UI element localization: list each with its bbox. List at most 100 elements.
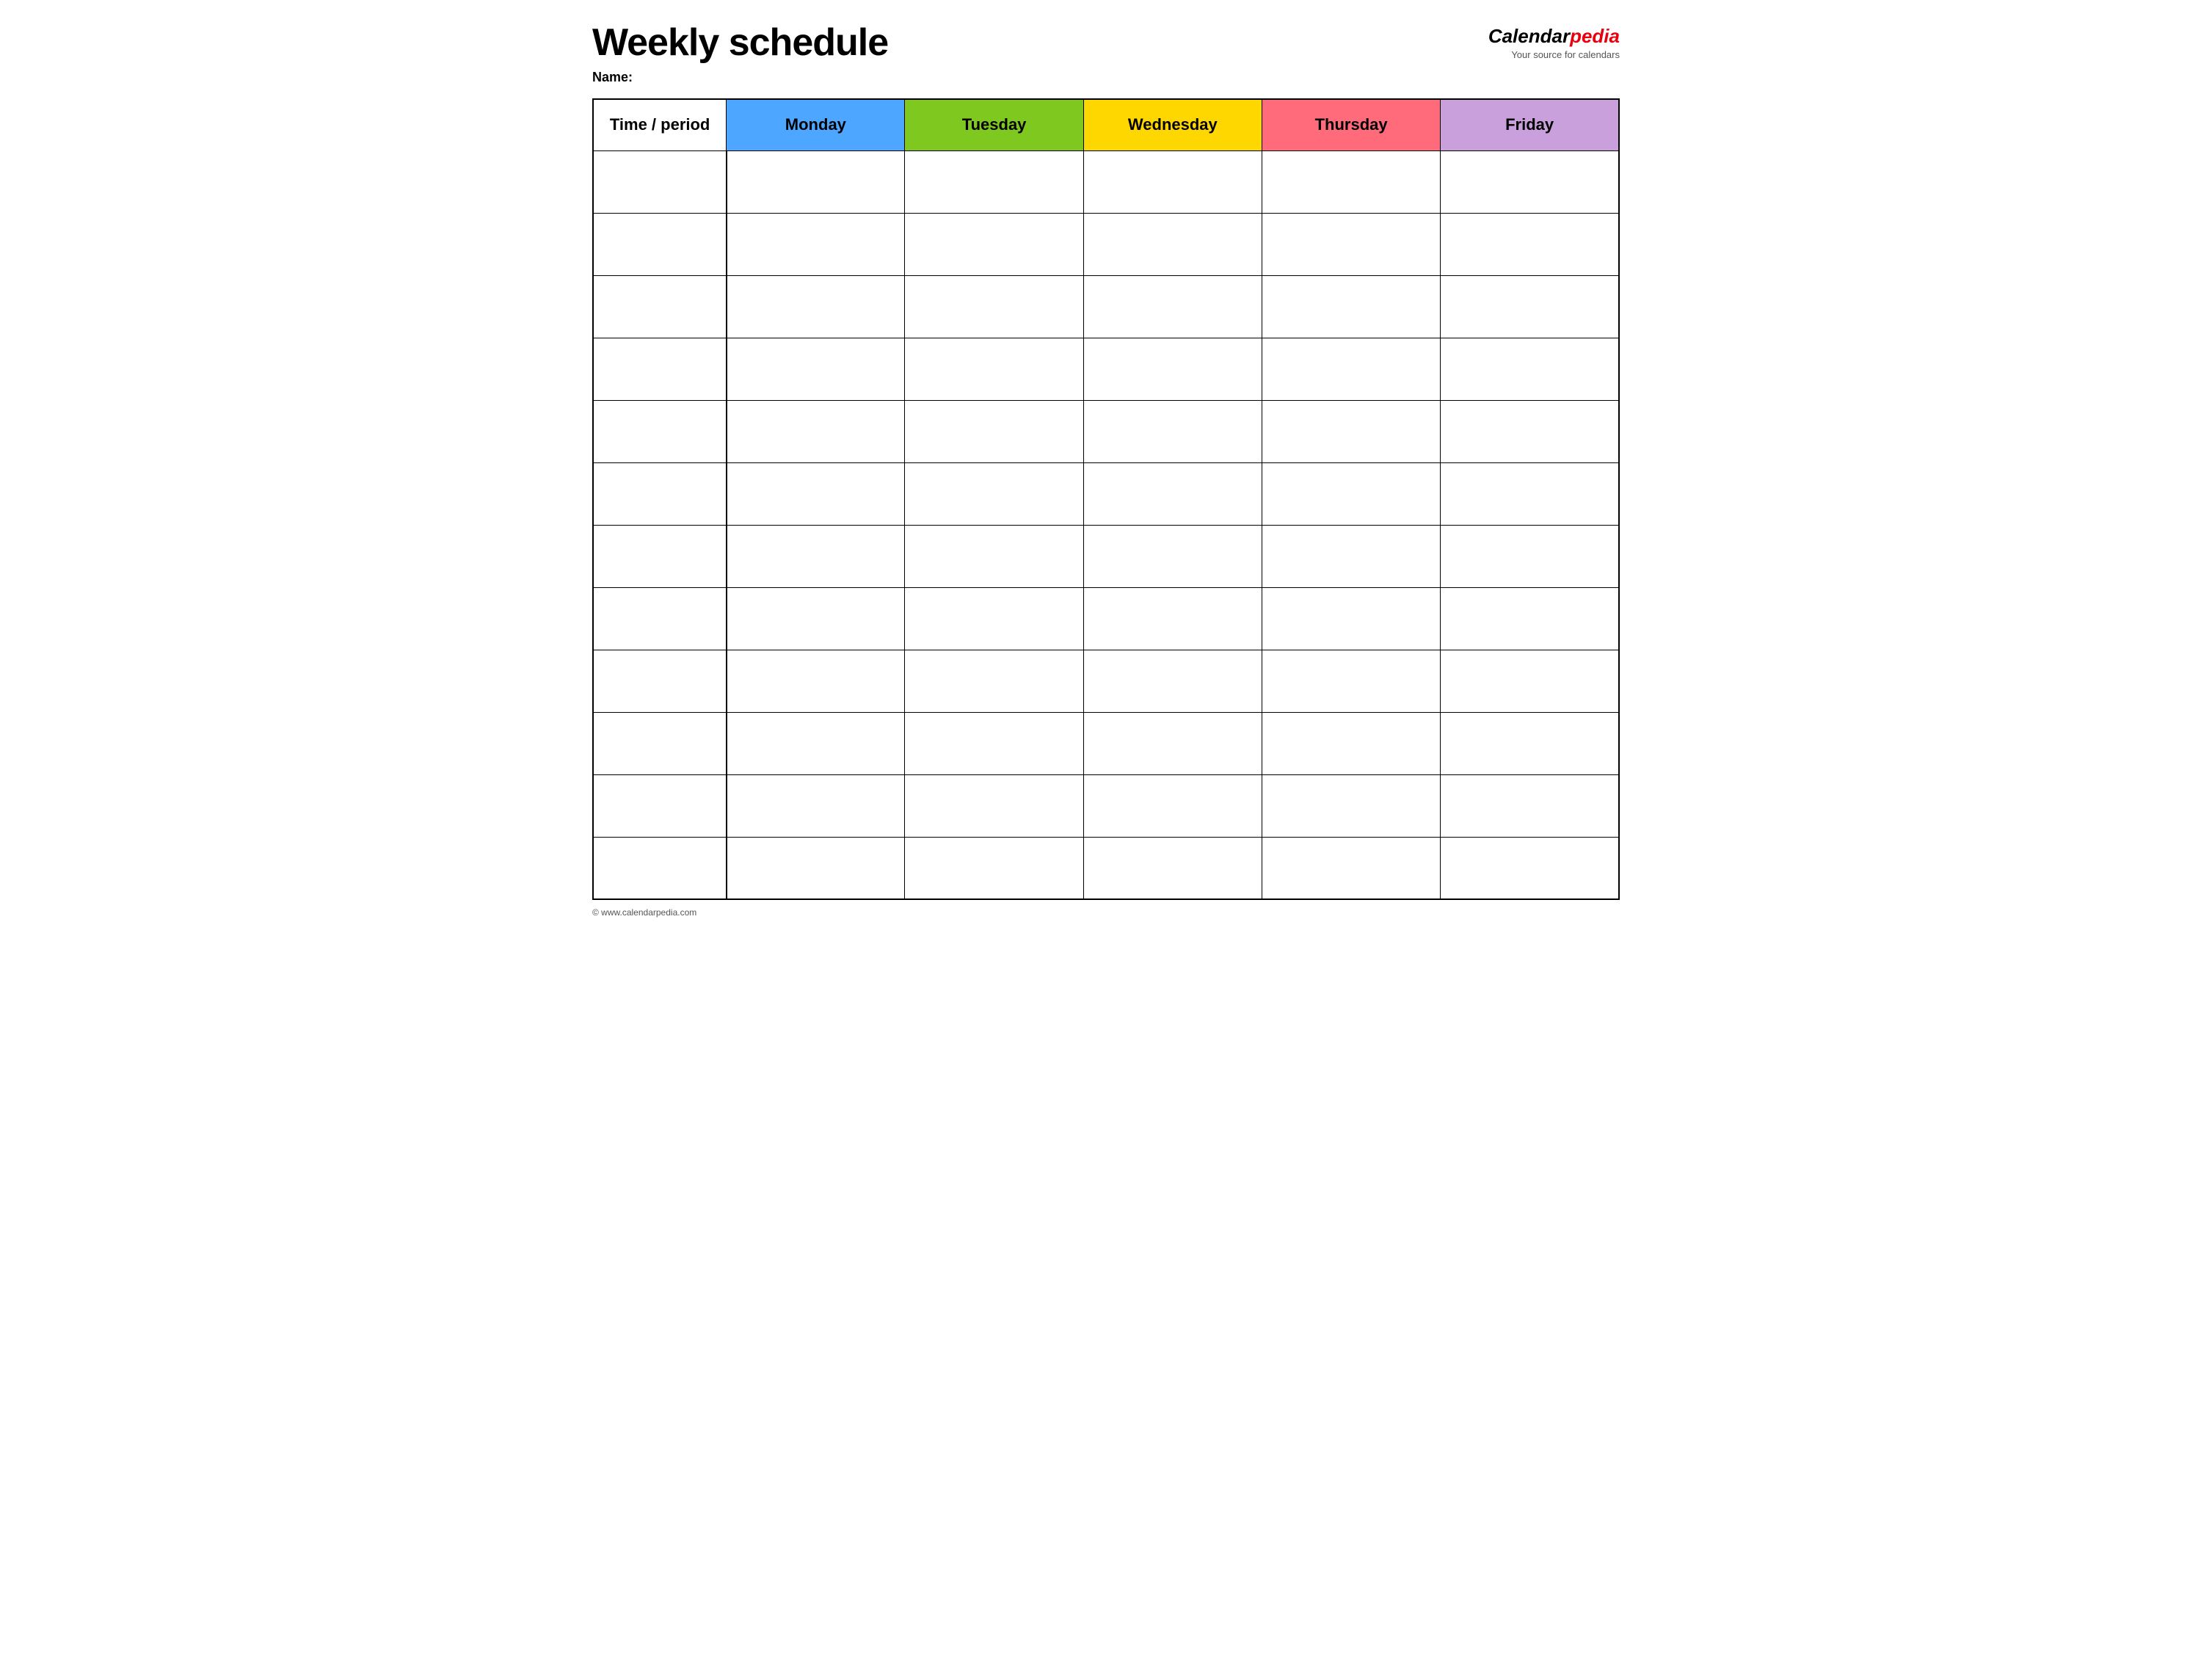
schedule-cell[interactable] — [1083, 774, 1262, 837]
table-row — [593, 774, 1619, 837]
schedule-cell[interactable] — [905, 712, 1083, 774]
time-cell[interactable] — [593, 774, 727, 837]
table-row — [593, 338, 1619, 400]
schedule-cell[interactable] — [1083, 338, 1262, 400]
schedule-cell[interactable] — [1083, 587, 1262, 650]
page-wrapper: Weekly schedule Calendarpedia Your sourc… — [592, 22, 1620, 918]
schedule-cell[interactable] — [1262, 338, 1440, 400]
footer-text: © www.calendarpedia.com — [592, 907, 1620, 918]
footer-copyright: © www.calendarpedia.com — [592, 907, 696, 918]
logo-calendar-text: Calendar — [1488, 25, 1570, 47]
schedule-cell[interactable] — [905, 587, 1083, 650]
schedule-cell[interactable] — [1441, 587, 1619, 650]
schedule-body — [593, 150, 1619, 899]
col-header-friday: Friday — [1441, 99, 1619, 150]
logo-pedia-text: pedia — [1570, 25, 1620, 47]
schedule-cell[interactable] — [1441, 400, 1619, 462]
col-header-time: Time / period — [593, 99, 727, 150]
schedule-cell[interactable] — [727, 213, 905, 275]
time-cell[interactable] — [593, 150, 727, 213]
schedule-cell[interactable] — [1262, 525, 1440, 587]
time-cell[interactable] — [593, 587, 727, 650]
time-cell[interactable] — [593, 275, 727, 338]
header-row: Weekly schedule Calendarpedia Your sourc… — [592, 22, 1620, 64]
schedule-cell[interactable] — [1441, 213, 1619, 275]
schedule-cell[interactable] — [1441, 525, 1619, 587]
schedule-cell[interactable] — [905, 338, 1083, 400]
schedule-cell[interactable] — [905, 275, 1083, 338]
page-title: Weekly schedule — [592, 22, 888, 64]
col-header-monday: Monday — [727, 99, 905, 150]
table-row — [593, 712, 1619, 774]
table-row — [593, 837, 1619, 899]
schedule-cell[interactable] — [1083, 213, 1262, 275]
time-cell[interactable] — [593, 712, 727, 774]
schedule-table: Time / period Monday Tuesday Wednesday T… — [592, 98, 1620, 900]
schedule-cell[interactable] — [905, 150, 1083, 213]
schedule-cell[interactable] — [1083, 462, 1262, 525]
table-row — [593, 587, 1619, 650]
col-header-tuesday: Tuesday — [905, 99, 1083, 150]
schedule-cell[interactable] — [727, 650, 905, 712]
time-cell[interactable] — [593, 525, 727, 587]
schedule-cell[interactable] — [1262, 650, 1440, 712]
table-row — [593, 400, 1619, 462]
schedule-cell[interactable] — [1262, 275, 1440, 338]
schedule-cell[interactable] — [1441, 462, 1619, 525]
schedule-cell[interactable] — [727, 525, 905, 587]
schedule-cell[interactable] — [727, 462, 905, 525]
schedule-cell[interactable] — [1441, 275, 1619, 338]
schedule-cell[interactable] — [1441, 837, 1619, 899]
table-row — [593, 275, 1619, 338]
schedule-cell[interactable] — [1083, 400, 1262, 462]
schedule-cell[interactable] — [727, 338, 905, 400]
schedule-cell[interactable] — [1083, 525, 1262, 587]
schedule-cell[interactable] — [1441, 150, 1619, 213]
schedule-cell[interactable] — [1262, 587, 1440, 650]
schedule-cell[interactable] — [905, 774, 1083, 837]
schedule-cell[interactable] — [727, 712, 905, 774]
schedule-cell[interactable] — [1083, 150, 1262, 213]
logo-brand: Calendarpedia — [1488, 25, 1620, 48]
schedule-cell[interactable] — [1441, 774, 1619, 837]
schedule-cell[interactable] — [1083, 650, 1262, 712]
schedule-cell[interactable] — [727, 400, 905, 462]
schedule-cell[interactable] — [905, 837, 1083, 899]
schedule-cell[interactable] — [1441, 338, 1619, 400]
schedule-cell[interactable] — [905, 213, 1083, 275]
schedule-cell[interactable] — [727, 587, 905, 650]
schedule-cell[interactable] — [1262, 712, 1440, 774]
schedule-cell[interactable] — [727, 774, 905, 837]
schedule-cell[interactable] — [1262, 213, 1440, 275]
col-header-thursday: Thursday — [1262, 99, 1440, 150]
table-row — [593, 213, 1619, 275]
time-cell[interactable] — [593, 462, 727, 525]
schedule-cell[interactable] — [905, 650, 1083, 712]
time-cell[interactable] — [593, 400, 727, 462]
table-header-row: Time / period Monday Tuesday Wednesday T… — [593, 99, 1619, 150]
table-row — [593, 462, 1619, 525]
time-cell[interactable] — [593, 213, 727, 275]
logo-tagline: Your source for calendars — [1511, 49, 1620, 60]
schedule-cell[interactable] — [727, 150, 905, 213]
schedule-cell[interactable] — [905, 462, 1083, 525]
schedule-cell[interactable] — [1262, 837, 1440, 899]
schedule-cell[interactable] — [905, 525, 1083, 587]
schedule-cell[interactable] — [727, 275, 905, 338]
schedule-cell[interactable] — [1083, 275, 1262, 338]
schedule-cell[interactable] — [1262, 400, 1440, 462]
schedule-cell[interactable] — [1083, 837, 1262, 899]
schedule-cell[interactable] — [1441, 650, 1619, 712]
schedule-cell[interactable] — [1441, 712, 1619, 774]
logo-wrapper: Calendarpedia — [1488, 25, 1620, 48]
time-cell[interactable] — [593, 837, 727, 899]
time-cell[interactable] — [593, 650, 727, 712]
schedule-cell[interactable] — [1262, 462, 1440, 525]
schedule-cell[interactable] — [1262, 150, 1440, 213]
name-label: Name: — [592, 70, 633, 84]
schedule-cell[interactable] — [905, 400, 1083, 462]
schedule-cell[interactable] — [1262, 774, 1440, 837]
schedule-cell[interactable] — [1083, 712, 1262, 774]
schedule-cell[interactable] — [727, 837, 905, 899]
time-cell[interactable] — [593, 338, 727, 400]
